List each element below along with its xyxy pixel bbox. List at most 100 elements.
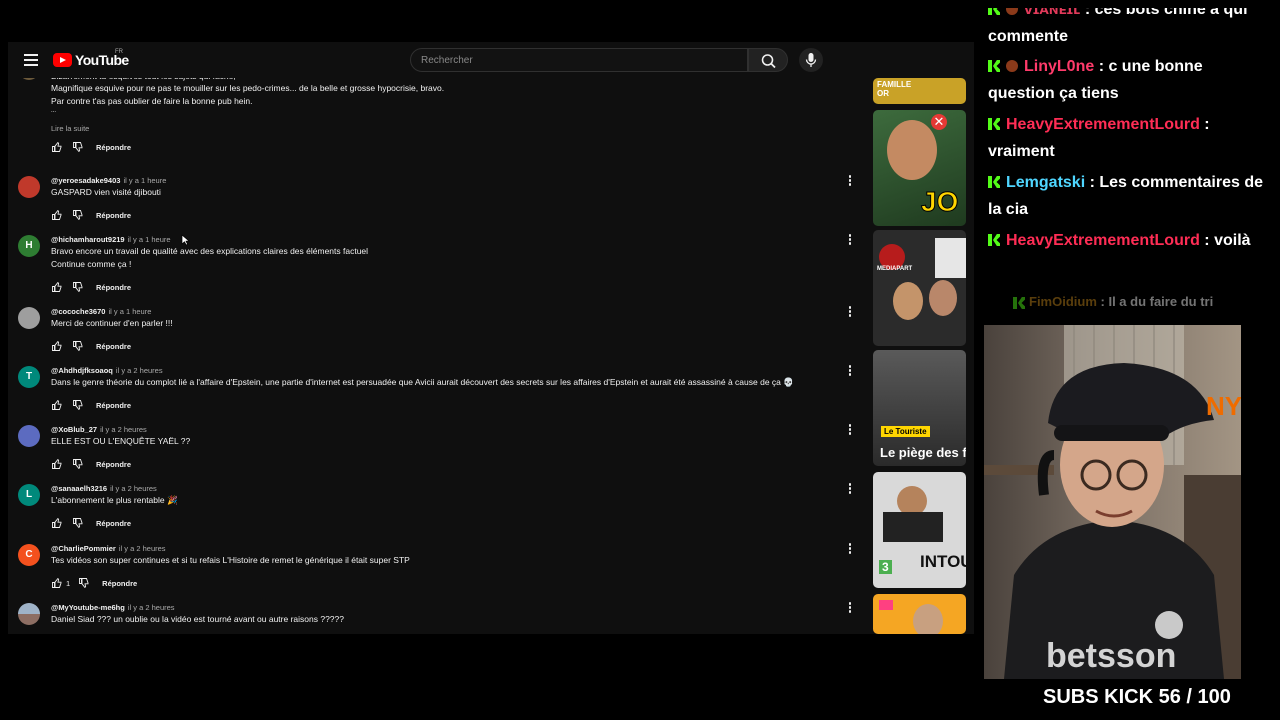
comment-time[interactable]: il y a 1 heure bbox=[128, 235, 171, 244]
like-count: 1 bbox=[66, 578, 71, 588]
comment-handle[interactable]: @cocoche3670 bbox=[51, 307, 105, 316]
thumbs-down-icon[interactable] bbox=[72, 281, 84, 293]
avatar[interactable] bbox=[18, 425, 40, 447]
reply-button[interactable]: Répondre bbox=[96, 401, 131, 410]
search-input[interactable] bbox=[411, 49, 747, 71]
youtube-header: YouTube FR bbox=[8, 42, 974, 78]
comment-handle[interactable]: @XoBlub_27 bbox=[51, 425, 97, 434]
thumbnail-panel bbox=[935, 238, 966, 278]
video-thumbnail[interactable] bbox=[873, 594, 966, 634]
chat-username[interactable]: LinyL0ne bbox=[1024, 58, 1094, 75]
thumbs-up-icon[interactable] bbox=[51, 141, 63, 153]
comment-actions: Répondre bbox=[51, 340, 131, 352]
comment-time[interactable]: il y a 2 heures bbox=[110, 484, 157, 493]
comment-time[interactable]: il y a 2 heures bbox=[128, 603, 175, 612]
avatar[interactable]: C bbox=[18, 544, 40, 566]
video-thumbnail[interactable]: ✕ JO bbox=[873, 110, 966, 226]
video-thumbnail[interactable]: MEDIAPART bbox=[873, 230, 966, 346]
kick-badge-icon bbox=[988, 60, 1000, 72]
svg-text:betsson: betsson bbox=[1046, 637, 1176, 675]
thumbs-up-icon[interactable] bbox=[51, 399, 63, 411]
thumbs-down-icon[interactable] bbox=[72, 399, 84, 411]
more-options-icon[interactable] bbox=[846, 174, 854, 188]
comment-handle[interactable]: @hichamharout9219 bbox=[51, 235, 125, 244]
reply-button[interactable]: Répondre bbox=[96, 143, 131, 152]
thumbs-down-icon[interactable] bbox=[78, 577, 90, 589]
comment-author: @sanaaelh3216 il y a 2 heures bbox=[51, 484, 157, 493]
video-thumbnail[interactable]: INTOU 3 bbox=[873, 472, 966, 588]
comment-time[interactable]: il y a 2 heures bbox=[119, 544, 166, 553]
thumbs-up-icon[interactable] bbox=[51, 209, 63, 221]
comment-handle[interactable]: @CharliePommier bbox=[51, 544, 116, 553]
more-options-icon[interactable] bbox=[846, 233, 854, 247]
thumbs-up-icon[interactable] bbox=[51, 340, 63, 352]
logo-region: FR bbox=[115, 49, 123, 55]
reply-button[interactable]: Répondre bbox=[96, 211, 131, 220]
comment-handle[interactable]: @yeroesadake9403 bbox=[51, 176, 120, 185]
more-options-icon[interactable] bbox=[846, 364, 854, 378]
reply-button[interactable]: Répondre bbox=[96, 342, 131, 351]
thumbnail-title: JO bbox=[920, 186, 959, 218]
thumbs-up-icon[interactable] bbox=[51, 281, 63, 293]
comment-text-line: Bravo encore un travail de qualité avec … bbox=[51, 246, 369, 256]
comment-time[interactable]: il y a 2 heures bbox=[100, 425, 147, 434]
more-options-icon[interactable] bbox=[846, 305, 854, 319]
thumbs-up-icon[interactable] bbox=[51, 577, 63, 589]
chat-username[interactable]: Lemgatski bbox=[1006, 174, 1085, 191]
thumbs-down-icon[interactable] bbox=[72, 209, 84, 221]
comment-author: @cocoche3670 il y a 1 heure bbox=[51, 307, 151, 316]
comment-author: @hichamharout9219 il y a 1 heure bbox=[51, 235, 171, 244]
avatar[interactable]: H bbox=[18, 235, 40, 257]
more-options-icon[interactable] bbox=[846, 482, 854, 496]
avatar[interactable]: L bbox=[18, 484, 40, 506]
chat-message: HeavyExtremementLourd : vraiment bbox=[988, 111, 1273, 165]
chat-username[interactable]: HeavyExtremementLourd bbox=[1006, 232, 1200, 249]
comment-handle[interactable]: @sanaaelh3216 bbox=[51, 484, 107, 493]
comment-time[interactable]: il y a 1 heure bbox=[108, 307, 151, 316]
comment-time[interactable]: il y a 1 heure bbox=[123, 176, 166, 185]
chat-text: : voilà bbox=[1204, 232, 1251, 249]
thumbs-down-icon[interactable] bbox=[72, 340, 84, 352]
video-thumbnail[interactable]: FAMILLE OR bbox=[873, 78, 966, 104]
avatar[interactable] bbox=[18, 176, 40, 198]
read-more-link[interactable]: Lire la suite bbox=[51, 124, 89, 133]
thumbs-down-icon[interactable] bbox=[72, 141, 84, 153]
chat-username[interactable]: ᴠɪᴀɴᴇɪʟ bbox=[1024, 8, 1080, 18]
avatar[interactable] bbox=[18, 307, 40, 329]
comment-author: @MyYoutube-me6hg il y a 2 heures bbox=[51, 603, 175, 612]
reply-button[interactable]: Répondre bbox=[96, 519, 131, 528]
thumbnail-title: INTOU bbox=[920, 552, 966, 571]
chat-username[interactable]: HeavyExtremementLourd bbox=[1006, 116, 1200, 133]
comment-author: @XoBlub_27 il y a 2 heures bbox=[51, 425, 147, 434]
close-icon: ✕ bbox=[931, 114, 947, 130]
comment-actions: Répondre bbox=[51, 399, 131, 411]
thumbs-down-icon[interactable] bbox=[72, 458, 84, 470]
reply-button[interactable]: Répondre bbox=[96, 283, 131, 292]
thumbs-up-icon[interactable] bbox=[51, 517, 63, 529]
reply-button[interactable]: Répondre bbox=[102, 579, 137, 588]
comment-handle[interactable]: @MyYoutube-me6hg bbox=[51, 603, 125, 612]
comment-time[interactable]: il y a 2 heures bbox=[116, 366, 163, 375]
video-thumbnail[interactable]: Le Touriste Le piège des f bbox=[873, 350, 966, 466]
youtube-play-icon bbox=[53, 53, 72, 67]
comment-handle[interactable]: @Ahdhdjfksoaoq bbox=[51, 366, 113, 375]
thumbs-down-icon[interactable] bbox=[72, 517, 84, 529]
thumbnail-body bbox=[883, 512, 943, 542]
more-options-icon[interactable] bbox=[846, 601, 854, 615]
voice-search-button[interactable] bbox=[799, 48, 823, 72]
comment-text-line: Tes vidéos son super continues et si tu … bbox=[51, 555, 410, 565]
avatar[interactable] bbox=[18, 603, 40, 625]
chat-message: FimOidium : Il a du faire du tri bbox=[1013, 288, 1280, 315]
thumbnail-title: Le piège des f bbox=[880, 445, 966, 460]
more-options-icon[interactable] bbox=[846, 542, 854, 556]
chat-text: : Il a du faire du tri bbox=[1100, 294, 1214, 309]
thumbs-up-icon[interactable] bbox=[51, 458, 63, 470]
menu-icon[interactable] bbox=[24, 54, 38, 66]
chat-text: : ces bots chine à qui commente bbox=[988, 1, 1248, 45]
chat-username[interactable]: FimOidium bbox=[1029, 294, 1097, 309]
search-button[interactable] bbox=[748, 48, 788, 72]
more-options-icon[interactable] bbox=[846, 423, 854, 437]
webcam-feed: NY betsson bbox=[984, 325, 1241, 679]
avatar[interactable]: T bbox=[18, 366, 40, 388]
reply-button[interactable]: Répondre bbox=[96, 460, 131, 469]
